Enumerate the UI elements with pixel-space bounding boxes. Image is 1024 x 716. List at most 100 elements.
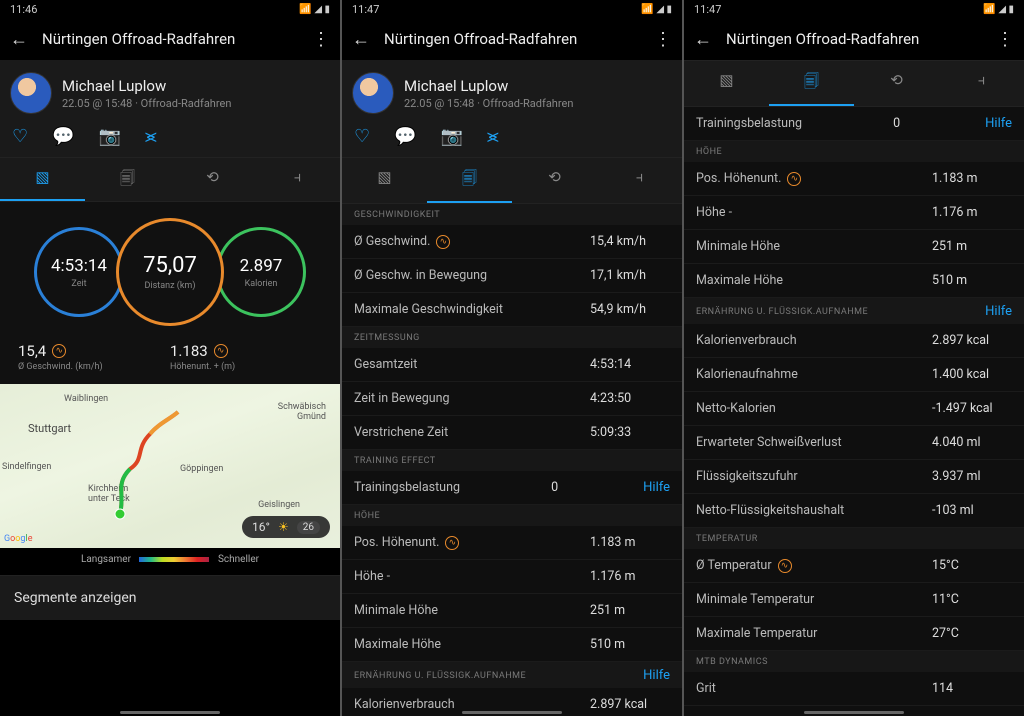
tab-charts[interactable]: ⫞ xyxy=(939,61,1024,106)
tab-overview[interactable]: ▧ xyxy=(0,158,85,201)
camera-icon[interactable]: 📷 xyxy=(441,126,463,147)
segments-link[interactable]: Segmente anzeigen xyxy=(0,575,340,620)
stat-row[interactable]: Maximale Höhe510 m xyxy=(342,628,682,662)
stat-row[interactable]: Trainingsbelastung0Hilfe xyxy=(684,107,1024,141)
circle-distance[interactable]: 75,07 Distanz (km) xyxy=(116,218,224,326)
avatar[interactable] xyxy=(10,72,52,114)
status-icons: 📶 ◢ ▮ xyxy=(299,4,330,15)
stat-value: 0 xyxy=(551,480,631,495)
stat-row[interactable]: Kalorienverbrauch2.897 kcal xyxy=(684,324,1024,358)
section-header: TRAINING EFFECT xyxy=(342,450,682,471)
more-icon[interactable]: ⋮ xyxy=(312,29,330,50)
nav-handle[interactable] xyxy=(462,711,562,714)
stat-row[interactable]: Ø Temperatur∿15°C xyxy=(684,549,1024,583)
stat-label: Gesamtzeit xyxy=(354,357,590,372)
section-header: HÖHE xyxy=(684,141,1024,162)
stat-row[interactable]: Flüssigkeitszufuhr3.937 ml xyxy=(684,460,1024,494)
stat-value: 1.176 m xyxy=(590,569,670,584)
status-icons: 📶 ◢ ▮ xyxy=(641,4,672,15)
stat-row[interactable]: Pos. Höhenunt.∿1.183 m xyxy=(342,526,682,560)
circle-time[interactable]: 4:53:14 Zeit xyxy=(34,227,124,317)
tab-bar: ▧ 🗐 ⟲ ⫞ xyxy=(342,157,682,204)
tab-overview[interactable]: ▧ xyxy=(684,61,769,106)
action-row: ♡ 💬 📷 ⪤ xyxy=(342,122,682,157)
back-icon[interactable]: ← xyxy=(10,29,28,50)
help-link[interactable]: Hilfe xyxy=(985,116,1012,131)
nav-handle[interactable] xyxy=(120,711,220,714)
tab-stats[interactable]: 🗐 xyxy=(427,158,512,203)
stat-row[interactable]: Netto-Kalorien-1.497 kcal xyxy=(684,392,1024,426)
app-bar: ← Nürtingen Offroad-Radfahren ⋮ xyxy=(0,18,340,60)
stat-value: 15,4 km/h xyxy=(590,234,670,249)
share-icon[interactable]: ⪤ xyxy=(487,126,499,147)
stat-label: Maximale Höhe xyxy=(354,637,590,652)
stat-row[interactable]: Erwarteter Schweißverlust4.040 ml xyxy=(684,426,1024,460)
trend-icon: ∿ xyxy=(445,536,459,550)
stat-row[interactable]: Gesamtzeit4:53:14 xyxy=(342,348,682,382)
stat-row[interactable]: Maximale Höhe510 m xyxy=(684,264,1024,298)
stat-row[interactable]: Maximale Temperatur27°C xyxy=(684,617,1024,651)
stat-row[interactable]: Maximale Geschwindigkeit54,9 km/h xyxy=(342,293,682,327)
trend-icon: ∿ xyxy=(778,559,792,573)
help-link[interactable]: Hilfe xyxy=(643,668,670,683)
stat-row[interactable]: Trainingsbelastung0Hilfe xyxy=(342,471,682,505)
stat-row[interactable]: Höhe -1.176 m xyxy=(342,560,682,594)
tab-bar: ▧ 🗐 ⟲ ⫞ xyxy=(684,60,1024,107)
stat-label: Minimale Höhe xyxy=(354,603,590,618)
page-title: Nürtingen Offroad-Radfahren xyxy=(384,30,640,48)
circle-calories[interactable]: 2.897 Kalorien xyxy=(216,227,306,317)
back-icon[interactable]: ← xyxy=(352,29,370,50)
stat-row[interactable]: Zeit in Bewegung4:23:50 xyxy=(342,382,682,416)
route-path xyxy=(100,404,200,524)
stat-value: 27°C xyxy=(932,626,1012,641)
stat-row[interactable]: Höhe -1.176 m xyxy=(684,196,1024,230)
tab-overview[interactable]: ▧ xyxy=(342,158,427,203)
stat-row[interactable]: Ø Geschwind.∿15,4 km/h xyxy=(342,225,682,259)
camera-icon[interactable]: 📷 xyxy=(99,126,121,147)
tab-stats[interactable]: 🗐 xyxy=(769,61,854,106)
stat-row[interactable]: Ø Geschw. in Bewegung17,1 km/h xyxy=(342,259,682,293)
tab-bar: ▧ 🗐 ⟲ ⫞ xyxy=(0,157,340,202)
stat-row[interactable]: Pos. Höhenunt.∿1.183 m xyxy=(684,162,1024,196)
stat-value: 5:09:33 xyxy=(590,425,670,440)
back-icon[interactable]: ← xyxy=(694,29,712,50)
tab-laps[interactable]: ⟲ xyxy=(512,158,597,203)
like-icon[interactable]: ♡ xyxy=(354,126,370,147)
help-link[interactable]: Hilfe xyxy=(985,304,1012,319)
more-icon[interactable]: ⋮ xyxy=(654,29,672,50)
status-bar: 11:47 📶 ◢ ▮ xyxy=(684,0,1024,18)
weather-badge[interactable]: 16° ☀ 26 xyxy=(242,516,330,538)
stat-label: Maximale Geschwindigkeit xyxy=(354,302,590,317)
stat-row[interactable]: Minimale Höhe251 m xyxy=(342,594,682,628)
map-view[interactable]: Waiblingen Stuttgart Schwäbisch Gmünd Si… xyxy=(0,384,340,548)
like-icon[interactable]: ♡ xyxy=(12,126,28,147)
avatar[interactable] xyxy=(352,72,394,114)
stat-row[interactable]: Minimale Temperatur11°C xyxy=(684,583,1024,617)
more-icon[interactable]: ⋮ xyxy=(996,29,1014,50)
stats-list[interactable]: Trainingsbelastung0HilfeHÖHEPos. Höhenun… xyxy=(684,107,1024,716)
comment-icon[interactable]: 💬 xyxy=(394,126,416,147)
tab-charts[interactable]: ⫞ xyxy=(597,158,682,203)
tab-stats[interactable]: 🗐 xyxy=(85,158,170,201)
comment-icon[interactable]: 💬 xyxy=(52,126,74,147)
section-header: GESCHWINDIGKEIT xyxy=(342,204,682,225)
trend-icon: ∿ xyxy=(787,172,801,186)
section-header: TEMPERATUR xyxy=(684,528,1024,549)
stat-label: Trainingsbelastung xyxy=(696,116,893,131)
stat-row[interactable]: Netto-Flüssigkeitshaushalt-103 ml xyxy=(684,494,1024,528)
tab-charts[interactable]: ⫞ xyxy=(255,158,340,201)
stat-row[interactable]: Grit114 xyxy=(684,672,1024,706)
stat-row[interactable]: Kalorienaufnahme1.400 kcal xyxy=(684,358,1024,392)
stats-list[interactable]: GESCHWINDIGKEITØ Geschwind.∿15,4 km/hØ G… xyxy=(342,204,682,716)
stat-value: 4.040 ml xyxy=(932,435,1012,450)
stat-row[interactable]: Minimale Höhe251 m xyxy=(684,230,1024,264)
stat-label: Pos. Höhenunt.∿ xyxy=(354,535,590,550)
share-icon[interactable]: ⪤ xyxy=(145,126,157,147)
stat-row[interactable]: Verstrichene Zeit5:09:33 xyxy=(342,416,682,450)
nav-handle[interactable] xyxy=(804,711,904,714)
tab-laps[interactable]: ⟲ xyxy=(170,158,255,201)
google-logo: Google xyxy=(4,534,32,544)
help-link[interactable]: Hilfe xyxy=(643,480,670,495)
stat-label: Zeit in Bewegung xyxy=(354,391,590,406)
tab-laps[interactable]: ⟲ xyxy=(854,61,939,106)
